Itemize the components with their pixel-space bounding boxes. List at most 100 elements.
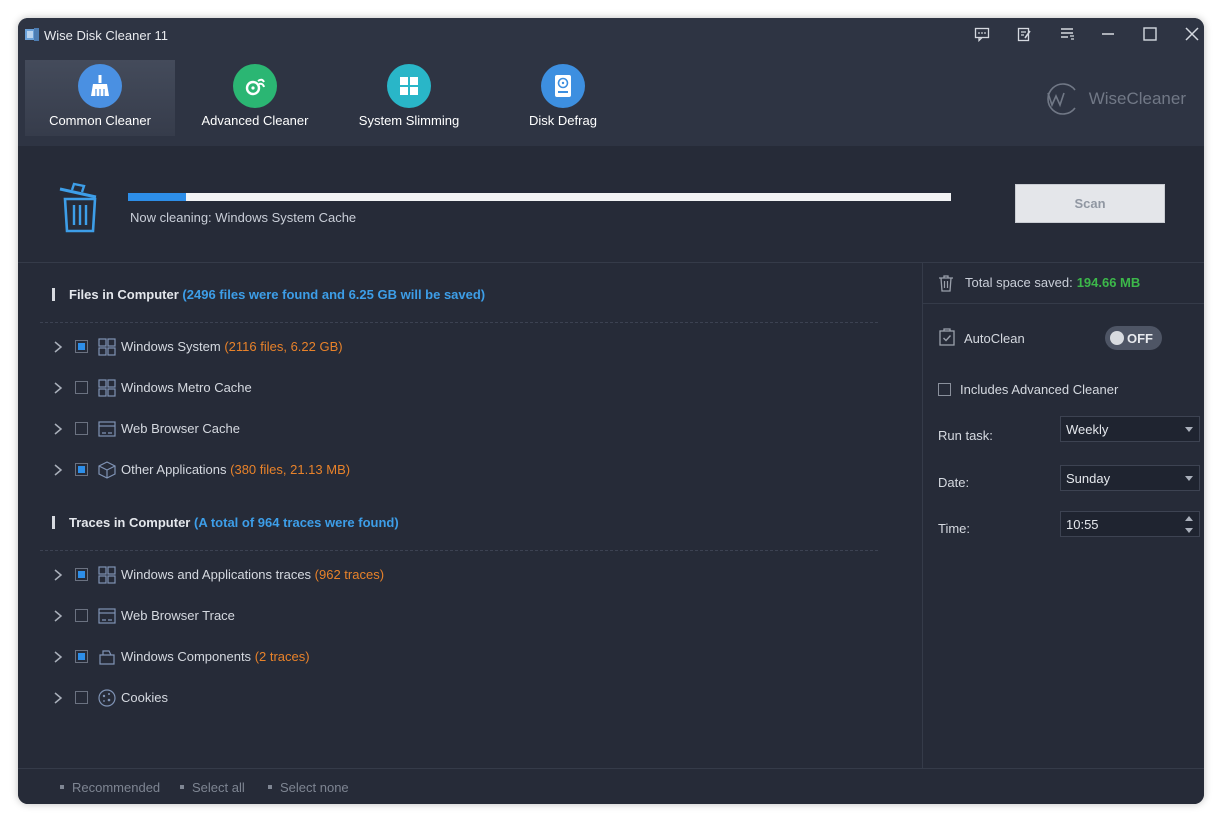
section-marker [52, 288, 55, 301]
tab-advanced-cleaner[interactable]: Advanced Cleaner [180, 60, 330, 136]
space-saved-value: 194.66 MB [1076, 275, 1141, 290]
tab-common-cleaner[interactable]: Common Cleaner [25, 60, 175, 136]
list-item[interactable]: Other Applications (380 files, 21.13 MB) [52, 459, 752, 481]
traces-section-note: (A total of 964 traces were found) [194, 515, 399, 530]
item-checkbox[interactable] [75, 422, 88, 435]
progress-bar-fill [128, 193, 186, 201]
app-window: Wise Disk Cleaner 11 Common Cleaner Adva… [18, 18, 1204, 804]
spin-up-icon[interactable] [1185, 516, 1193, 521]
item-checkbox[interactable] [75, 381, 88, 394]
select-all-link[interactable]: Select all [180, 780, 245, 795]
recommended-link[interactable]: Recommended [60, 780, 160, 795]
item-name: Cookies [121, 690, 168, 705]
dropdown-arrow-icon [1185, 476, 1193, 481]
header: Wise Disk Cleaner 11 Common Cleaner Adva… [18, 18, 1204, 146]
windows-grid-icon [98, 379, 116, 397]
scan-button[interactable]: Scan [1015, 184, 1165, 223]
title-bar: Wise Disk Cleaner 11 [18, 18, 1204, 52]
windows-icon [387, 64, 431, 108]
date-select[interactable]: Sunday [1060, 465, 1200, 491]
chevron-right-icon[interactable] [52, 340, 64, 354]
maximize-icon[interactable] [1137, 22, 1163, 46]
item-name: Other Applications [121, 462, 227, 477]
spin-down-icon[interactable] [1185, 528, 1193, 533]
item-checkbox[interactable] [75, 340, 88, 353]
windows-grid-icon [98, 338, 116, 356]
trash-icon [59, 182, 97, 233]
list-item[interactable]: Web Browser Cache [52, 418, 752, 440]
item-name: Windows and Applications traces [121, 567, 312, 582]
list-item[interactable]: Windows Components (2 traces) [52, 646, 752, 668]
edit-note-icon[interactable] [1011, 22, 1037, 46]
right-panel: Total space saved: 194.66 MB AutoClean OF… [922, 263, 1204, 768]
trash-small-icon [939, 275, 953, 292]
item-checkbox[interactable] [75, 691, 88, 704]
progress-area: Now cleaning: Windows System Cache Scan [18, 146, 1204, 263]
run-task-select[interactable]: Weekly [1060, 416, 1200, 442]
footer: Recommended Select all Select none [18, 768, 1204, 804]
autoclean-label: AutoClean [964, 331, 1025, 346]
tab-label: Common Cleaner [49, 113, 151, 128]
chevron-right-icon[interactable] [52, 381, 64, 395]
item-label: Windows Metro Cache [121, 380, 252, 395]
minimize-icon[interactable] [1095, 22, 1121, 46]
item-note: (2 traces) [254, 649, 310, 664]
space-saved-label: Total space saved: 194.66 MB [965, 275, 1140, 290]
list-item[interactable]: Web Browser Trace [52, 605, 752, 627]
close-icon[interactable] [1179, 22, 1204, 46]
dropdown-arrow-icon [1185, 427, 1193, 432]
item-checkbox[interactable] [75, 609, 88, 622]
chevron-right-icon[interactable] [52, 568, 64, 582]
run-task-value: Weekly [1066, 422, 1109, 437]
includes-advanced-checkbox[interactable] [938, 383, 951, 396]
list-item[interactable]: Windows and Applications traces (962 tra… [52, 564, 752, 586]
item-name: Windows Components [121, 649, 252, 664]
chevron-right-icon[interactable] [52, 609, 64, 623]
list-item[interactable]: Windows Metro Cache [52, 377, 752, 399]
app-title: Wise Disk Cleaner 11 [44, 28, 169, 43]
item-label: Web Browser Trace [121, 608, 235, 623]
chevron-right-icon[interactable] [52, 650, 64, 664]
item-label: Cookies [121, 690, 168, 705]
tab-system-slimming[interactable]: System Slimming [334, 60, 484, 136]
brand-text: WiseCleaner [1088, 89, 1186, 108]
item-checkbox[interactable] [75, 650, 88, 663]
cookie-icon [98, 689, 116, 707]
files-section-note: (2496 files were found and 6.25 GB will … [182, 287, 486, 302]
tab-label: System Slimming [358, 113, 460, 128]
select-none-link[interactable]: Select none [268, 780, 349, 795]
browser-icon [98, 421, 116, 437]
windows-grid-icon [98, 566, 116, 584]
list-item[interactable]: Windows System (2116 files, 6.22 GB) [52, 336, 752, 358]
tab-disk-defrag[interactable]: Disk Defrag [488, 60, 638, 136]
chevron-right-icon[interactable] [52, 463, 64, 477]
item-note: (962 traces) [314, 567, 385, 582]
time-input[interactable]: 10:55 [1060, 511, 1200, 537]
menu-icon[interactable] [1054, 22, 1080, 46]
advanced-cleaner-icon [233, 64, 277, 108]
autoclean-toggle[interactable]: OFF [1105, 326, 1162, 350]
item-label: Windows System (2116 files, 6.22 GB) [121, 339, 343, 354]
app-logo-icon [25, 28, 39, 41]
chevron-right-icon[interactable] [52, 691, 64, 705]
space-saved-text: Total space saved: [965, 275, 1073, 290]
section-marker [52, 516, 55, 529]
cleaning-list: Files in Computer (2496 files were found… [18, 263, 921, 768]
box-icon [98, 461, 116, 479]
toggle-knob [1110, 331, 1124, 345]
tab-label: Advanced Cleaner [201, 113, 309, 128]
date-label: Date: [938, 475, 970, 490]
divider [40, 322, 878, 323]
feedback-icon[interactable] [969, 22, 995, 46]
chevron-right-icon[interactable] [52, 422, 64, 436]
item-name: Web Browser Cache [121, 421, 240, 436]
item-note: (2116 files, 6.22 GB) [224, 339, 343, 354]
item-checkbox[interactable] [75, 463, 88, 476]
item-label: Web Browser Cache [121, 421, 240, 436]
item-checkbox[interactable] [75, 568, 88, 581]
list-item[interactable]: Cookies [52, 687, 752, 709]
time-label: Time: [938, 521, 971, 536]
wisecleaner-logo-icon [1046, 83, 1076, 115]
progress-bar [128, 193, 951, 201]
item-note: (380 files, 21.13 MB) [230, 462, 351, 477]
